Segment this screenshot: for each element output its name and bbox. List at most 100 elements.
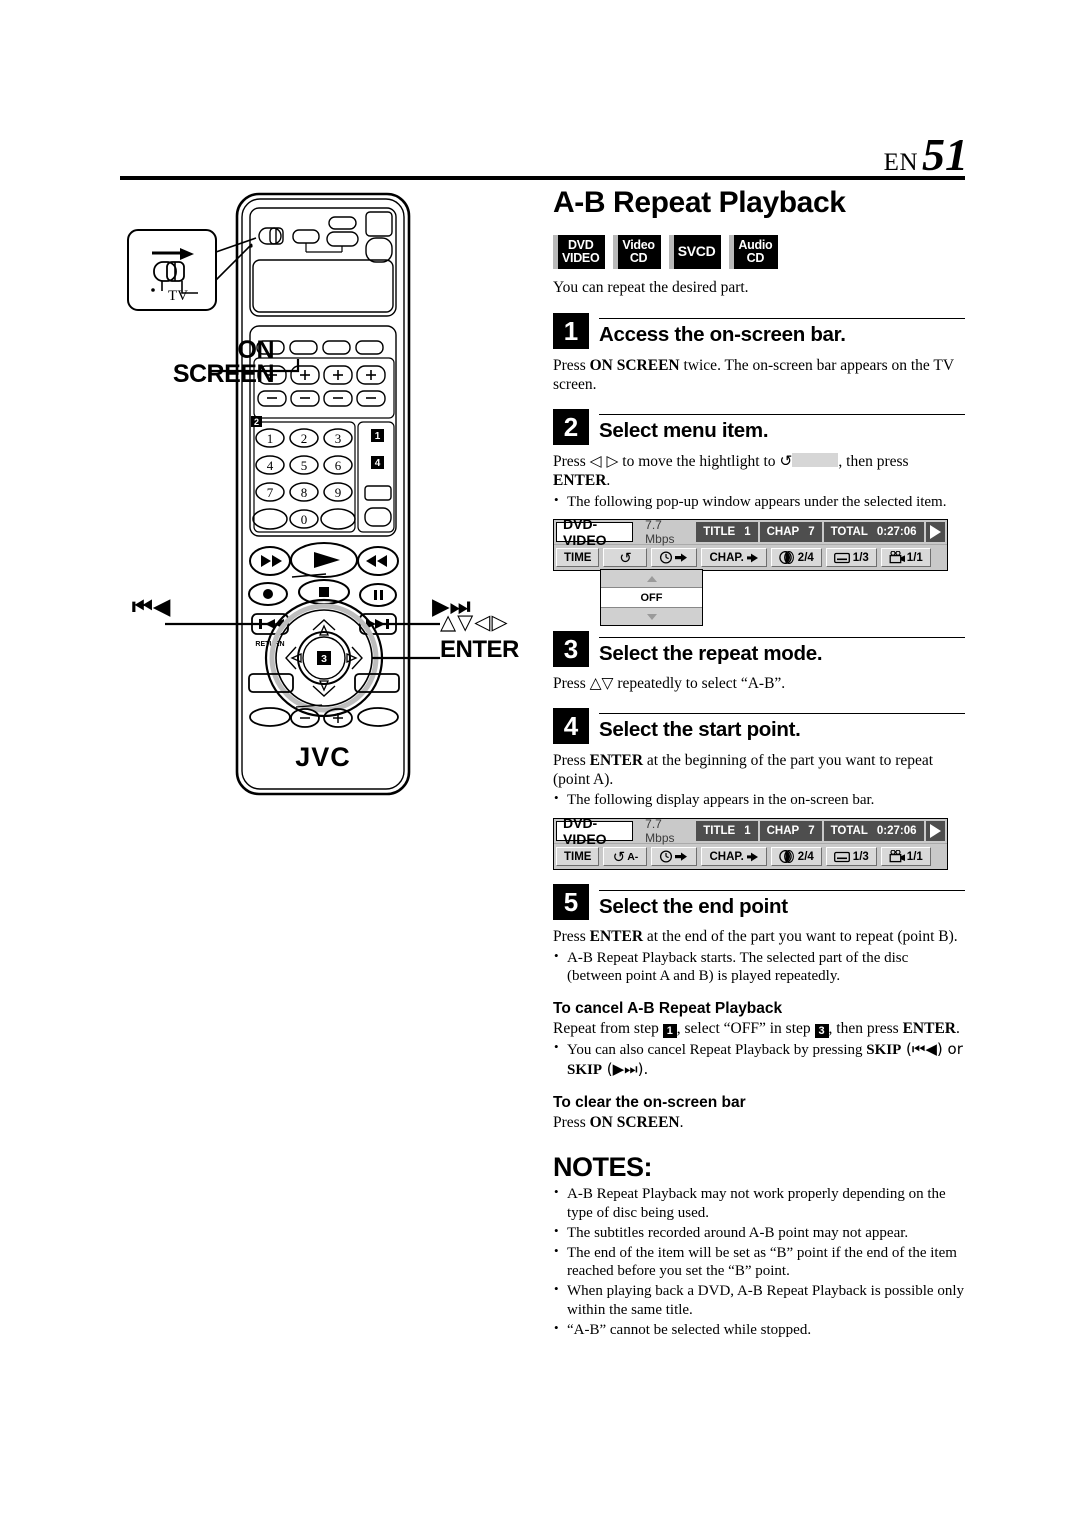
svg-text:1: 1 xyxy=(267,431,274,446)
step-2-title: Select menu item. xyxy=(599,419,769,443)
notes-heading: NOTES: xyxy=(553,1152,653,1183)
popup-value[interactable]: OFF xyxy=(601,587,702,609)
step-4-bullets: The following display appears in the on-… xyxy=(553,790,965,810)
clear-section-heading: To clear the on-screen bar xyxy=(553,1093,746,1111)
osd1-time-button[interactable]: TIME xyxy=(556,548,600,568)
document-page: EN51 1 2 3 4 5 6 7 8 9 0 2 1 4 RETURN 3 … xyxy=(0,0,1080,1528)
camera-angle-icon xyxy=(889,551,905,564)
enter-callout-label: ENTER xyxy=(440,636,519,663)
list-item: The following display appears in the on-… xyxy=(553,790,965,810)
jvc-brand-logo: JVC xyxy=(295,742,351,772)
osd1-disc-name: DVD-VIDEO xyxy=(556,516,634,548)
osd1-subtitle-button[interactable]: 1/3 xyxy=(825,548,877,568)
popup-up-arrow[interactable] xyxy=(601,570,702,587)
step-ref-3: 3 xyxy=(814,1024,829,1038)
osd1-audio-button[interactable]: 2/4 xyxy=(770,548,822,568)
cancel-section-heading: To cancel A-B Repeat Playback xyxy=(553,1000,783,1017)
step-4: 4 Select the start point. Press ENTER at… xyxy=(553,707,965,871)
list-item: The following pop-up window appears unde… xyxy=(553,492,965,512)
step-2: 2 Select menu item. Press ◁ ▷ to move th… xyxy=(553,408,965,627)
step-5-title: Select the end point xyxy=(599,894,788,918)
list-item: A-B Repeat Playback may not work properl… xyxy=(553,1184,965,1223)
osd-bar-1-top-row: DVD-VIDEO 7.7 Mbps TITLE 1 CHAP 7 TOTAL 0:2… xyxy=(554,516,947,548)
osd1-angle-button[interactable]: 1/1 xyxy=(880,548,931,568)
step-2-number: 2 xyxy=(553,408,589,445)
badge-svcd: SVCD xyxy=(668,235,722,269)
osd1-bitrate: 7.7 Mbps xyxy=(645,518,675,547)
content-column: A-B Repeat Playback DVD VIDEO Video CD SVC… xyxy=(553,186,965,1339)
step-marker-enter: 3 xyxy=(317,651,331,665)
osd2-chapter-field: CHAP 7 xyxy=(759,821,822,842)
osd2-total-time-field: TOTAL 0:27:06 xyxy=(823,821,924,842)
svg-text:4: 4 xyxy=(375,458,381,469)
camera-angle-icon xyxy=(889,850,905,863)
osd2-audio-button[interactable]: 2/4 xyxy=(770,847,822,867)
remote-control-svg: 123 456 789 0 2 1 4 RETURN 3 JVC TV xyxy=(127,192,440,796)
osd1-total-time-field: TOTAL 0:27:06 xyxy=(823,522,924,543)
badge-audio-cd: Audio CD xyxy=(729,235,779,269)
osd1-repeat-button[interactable]: ↺ xyxy=(603,548,648,568)
repeat-icon: ↺ xyxy=(612,847,626,866)
clock-arrow-icon xyxy=(660,850,688,863)
osd1-title-field: TITLE 1 xyxy=(696,522,758,543)
skip-prev-callout-label: ⏮◀ xyxy=(132,594,171,620)
svg-text:3: 3 xyxy=(335,431,342,446)
step-2-body: Press ◁ ▷ to move the hightlight to ↺, t… xyxy=(553,451,909,490)
subtitle-icon xyxy=(833,851,850,862)
notes-list: A-B Repeat Playback may not work properl… xyxy=(553,1184,965,1339)
step-ref-1: 1 xyxy=(662,1024,677,1038)
svg-text:7: 7 xyxy=(267,485,274,500)
page-header-number: EN51 xyxy=(884,128,968,181)
clock-arrow-icon xyxy=(660,551,688,564)
step-1-title: Access the on-screen bar. xyxy=(599,323,846,347)
step-1-rule xyxy=(599,318,965,320)
tv-switch-label: TV xyxy=(168,288,188,304)
step-3-number: 3 xyxy=(553,631,589,668)
step-3-rule xyxy=(599,636,965,638)
svg-text:9: 9 xyxy=(335,485,342,500)
osd-bar-with-popup: DVD-VIDEO 7.7 Mbps TITLE 1 CHAP 7 TOTAL 0:2… xyxy=(553,516,948,627)
osd-bar-point-a: DVD-VIDEO 7.7 Mbps TITLE 1 CHAP 7 TOTAL 0:2… xyxy=(553,815,948,871)
osd1-chapter-field: CHAP 7 xyxy=(759,522,822,543)
svg-text:4: 4 xyxy=(267,458,274,473)
step-4-title: Select the start point. xyxy=(599,718,801,742)
intro-text: You can repeat the desired part. xyxy=(553,279,749,296)
up-down-arrow-icon: △▽ xyxy=(589,674,614,693)
repeat-icon: ↺ xyxy=(619,548,632,567)
svg-text:6: 6 xyxy=(335,458,342,473)
left-right-arrow-icon: ◁ ▷ xyxy=(589,451,619,470)
page-header-number-value: 51 xyxy=(922,129,968,180)
step-4-rule xyxy=(599,713,965,715)
list-item: A-B Repeat Playback starts. The selected… xyxy=(553,948,965,987)
osd1-chapter-search-button[interactable]: CHAP. xyxy=(701,548,767,568)
osd2-time-button[interactable]: TIME xyxy=(556,847,600,867)
osd2-angle-button[interactable]: 1/1 xyxy=(880,847,931,867)
osd1-time-search-button[interactable] xyxy=(651,548,698,568)
audio-icon xyxy=(779,551,794,565)
step-marker-side-bottom: 4 xyxy=(371,456,384,469)
cancel-section-body: Repeat from step 1, select “OFF” in step… xyxy=(553,1020,960,1038)
repeat-mode-popup[interactable]: OFF xyxy=(600,569,703,627)
step-2-rule xyxy=(599,414,965,416)
osd2-time-search-button[interactable] xyxy=(651,847,698,867)
page-title: A-B Repeat Playback xyxy=(553,186,846,219)
highlight-swatch xyxy=(792,452,839,467)
audio-icon xyxy=(779,850,794,864)
popup-down-arrow[interactable] xyxy=(601,608,702,625)
osd-bar-1-bottom-row: TIME ↺ CHAP. 2/4 1/3 1/1 xyxy=(554,544,947,570)
step-5: 5 Select the end point Press ENTER at th… xyxy=(553,884,965,986)
osd2-subtitle-button[interactable]: 1/3 xyxy=(825,847,877,867)
osd2-repeat-button[interactable]: ↺ A- xyxy=(603,847,648,867)
step-marker-side-top: 1 xyxy=(371,429,384,442)
right-arrow-icon xyxy=(746,852,758,862)
svg-text:5: 5 xyxy=(301,458,308,473)
osd2-chapter-search-button[interactable]: CHAP. xyxy=(701,847,767,867)
disc-type-badges: DVD VIDEO Video CD SVCD Audio CD xyxy=(553,235,965,269)
osd2-disc-name: DVD-VIDEO xyxy=(556,815,634,847)
step-2-bullets: The following pop-up window appears unde… xyxy=(553,492,965,512)
badge-video-cd: Video CD xyxy=(613,235,661,269)
step-5-bullets: A-B Repeat Playback starts. The selected… xyxy=(553,948,965,987)
repeat-point-a-label: A- xyxy=(627,850,639,863)
page-header-en-label: EN xyxy=(883,149,918,176)
osd-bar-2-bottom-row: TIME ↺ A- CHAP. 2/4 1/3 1/1 xyxy=(554,843,947,869)
